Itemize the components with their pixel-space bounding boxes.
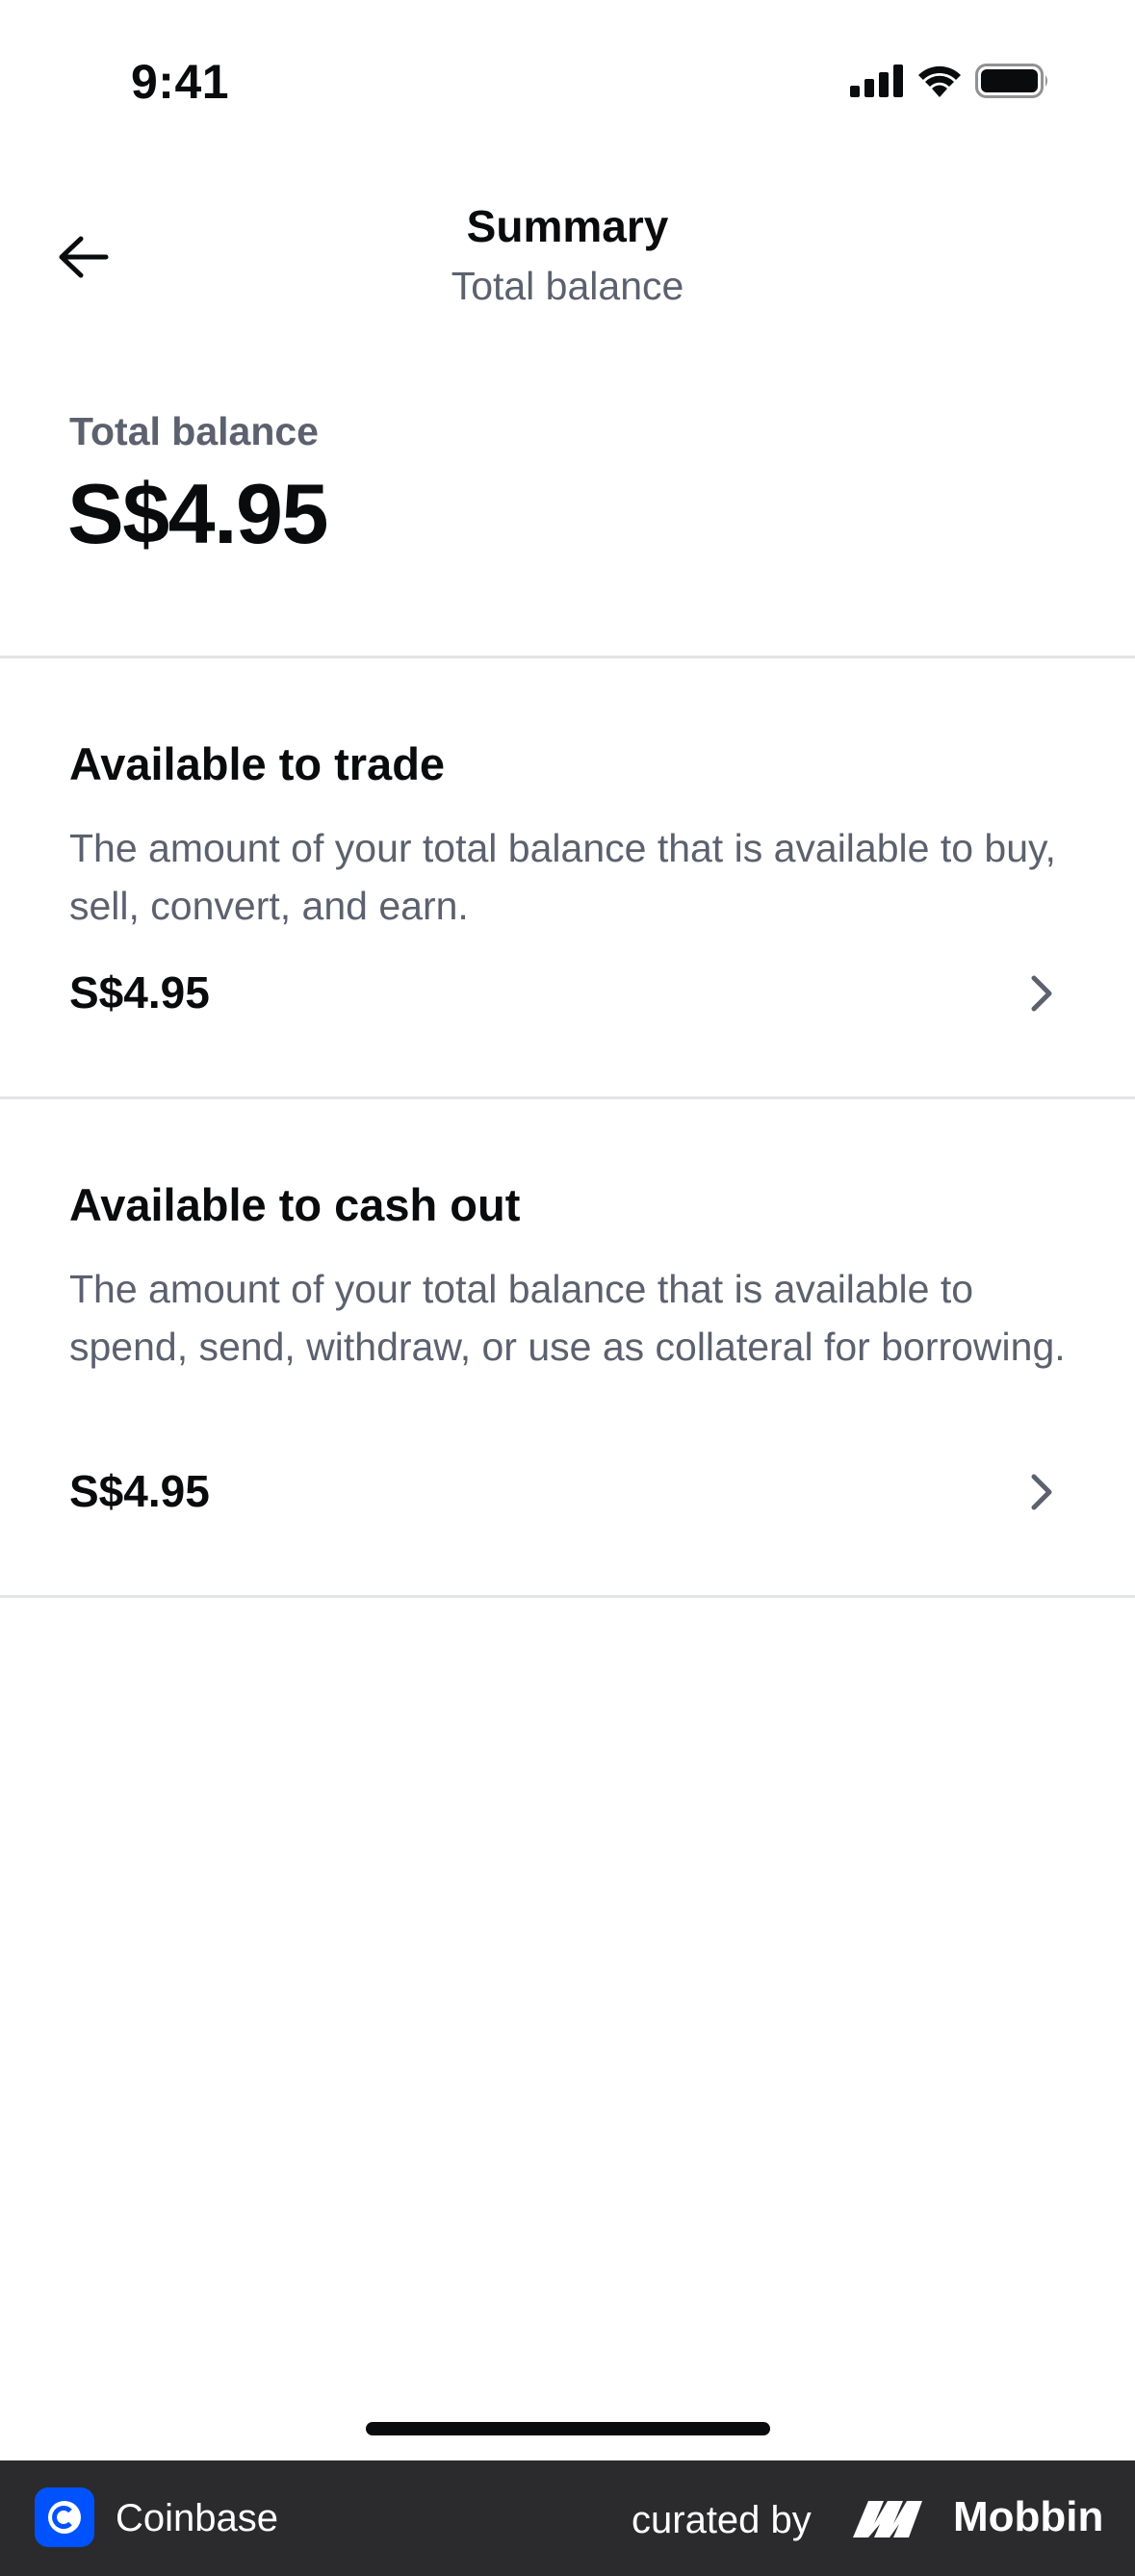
battery-icon <box>975 64 1050 98</box>
status-bar: 9:41 <box>0 0 1135 168</box>
wifi-icon <box>917 64 962 97</box>
footer-bar: Coinbase curated by Mobbin <box>0 2460 1135 2576</box>
section-description: The amount of your total balance that is… <box>69 1267 1066 1369</box>
available-to-cash-out-row[interactable]: Available to cash out The amount of your… <box>0 1099 1135 1595</box>
available-to-trade-row[interactable]: Available to trade The amount of your to… <box>0 658 1135 1096</box>
section-amount: S$4.95 <box>69 1466 210 1516</box>
chevron-right-icon <box>1020 965 1063 1022</box>
chevron-right-icon <box>1020 1463 1063 1521</box>
coinbase-logo-icon <box>35 2487 94 2547</box>
brand-name: Mobbin <box>953 2493 1104 2540</box>
status-time: 9:41 <box>131 55 230 109</box>
section-amount: S$4.95 <box>69 967 210 1018</box>
section-title: Available to trade <box>69 738 446 789</box>
navigation-header: Summary Total balance <box>0 183 1135 327</box>
curated-by-label: curated by <box>632 2499 812 2541</box>
page-title: Summary <box>466 201 669 251</box>
status-icons <box>850 64 1050 98</box>
cellular-signal-icon <box>850 64 904 97</box>
app-name: Coinbase <box>116 2497 279 2539</box>
page-subtitle: Total balance <box>451 264 684 308</box>
section-title: Available to cash out <box>69 1179 521 1230</box>
home-indicator[interactable] <box>366 2422 770 2435</box>
section-description: The amount of your total balance that is… <box>69 826 1056 928</box>
divider <box>0 1595 1135 1598</box>
total-balance-label: Total balance <box>69 409 319 453</box>
mobbin-logo-icon <box>851 2497 938 2544</box>
total-balance-amount: S$4.95 <box>67 466 328 561</box>
